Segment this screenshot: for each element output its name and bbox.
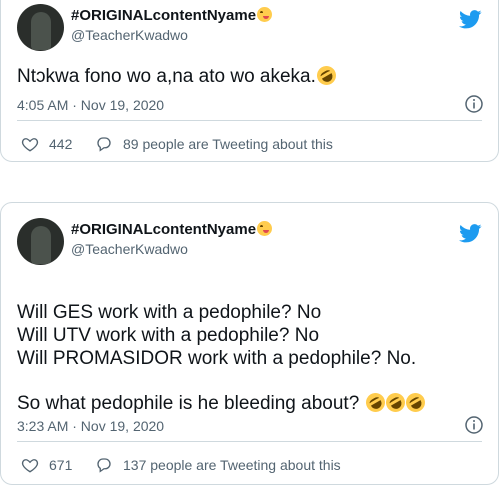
tweet-card[interactable]: #ORIGINALcontentNyame @TeacherKwadwo Ntɔ… (0, 0, 499, 162)
avatar[interactable] (17, 218, 64, 265)
divider (17, 120, 482, 121)
tweet-timestamp[interactable]: 4:05 AM · Nov 19, 2020 (17, 96, 164, 114)
user-handle[interactable]: @TeacherKwadwo (71, 26, 272, 44)
like-count: 442 (49, 136, 73, 152)
tweet-text: Will GES work with a pedophile? No Will … (17, 301, 482, 416)
twitter-bird-icon[interactable] (459, 10, 482, 29)
heart-icon (21, 138, 39, 152)
rolling-on-floor-laughing-emoji (402, 389, 429, 416)
reply-bubble-icon (97, 458, 111, 473)
activity-text[interactable]: 89 people are Tweeting about this (123, 136, 333, 152)
rolling-on-floor-laughing-emoji (362, 389, 389, 416)
display-name[interactable]: #ORIGINALcontentNyame (71, 221, 273, 239)
tweet-header: #ORIGINALcontentNyame @TeacherKwadwo (17, 4, 482, 52)
winking-face-tongue-emoji (257, 221, 273, 236)
reply-button[interactable]: 137 people are Tweeting about this (95, 453, 341, 477)
like-count: 671 (49, 457, 73, 473)
activity-text[interactable]: 137 people are Tweeting about this (123, 457, 341, 473)
info-icon[interactable] (465, 95, 483, 113)
tweet-actions: 442 89 people are Tweeting about this (17, 132, 482, 156)
author-names[interactable]: #ORIGINALcontentNyame @TeacherKwadwo (71, 221, 273, 258)
divider (17, 441, 482, 442)
twitter-bird-icon[interactable] (459, 224, 482, 243)
tweet-actions: 671 137 people are Tweeting about this (17, 453, 482, 477)
reply-button[interactable]: 89 people are Tweeting about this (95, 132, 333, 156)
tweet-header: #ORIGINALcontentNyame @TeacherKwadwo (17, 218, 482, 266)
tweet-timestamp[interactable]: 3:23 AM · Nov 19, 2020 (17, 417, 164, 435)
author-names[interactable]: #ORIGINALcontentNyame @TeacherKwadwo (71, 7, 273, 44)
like-button[interactable]: 671 (21, 453, 72, 477)
user-handle[interactable]: @TeacherKwadwo (71, 240, 272, 258)
avatar[interactable] (17, 4, 64, 51)
info-icon[interactable] (465, 416, 483, 434)
tweet-card[interactable]: #ORIGINALcontentNyame @TeacherKwadwo Wil… (0, 202, 499, 485)
rolling-on-floor-laughing-emoji (313, 62, 340, 89)
tweet-text: Ntɔkwa fono wo a,na ato wo akeka. (17, 62, 482, 89)
rolling-on-floor-laughing-emoji (382, 389, 409, 416)
like-button[interactable]: 442 (21, 132, 72, 156)
display-name[interactable]: #ORIGINALcontentNyame (71, 7, 273, 25)
winking-face-tongue-emoji (257, 7, 273, 22)
heart-icon (21, 459, 39, 473)
reply-bubble-icon (97, 137, 111, 152)
